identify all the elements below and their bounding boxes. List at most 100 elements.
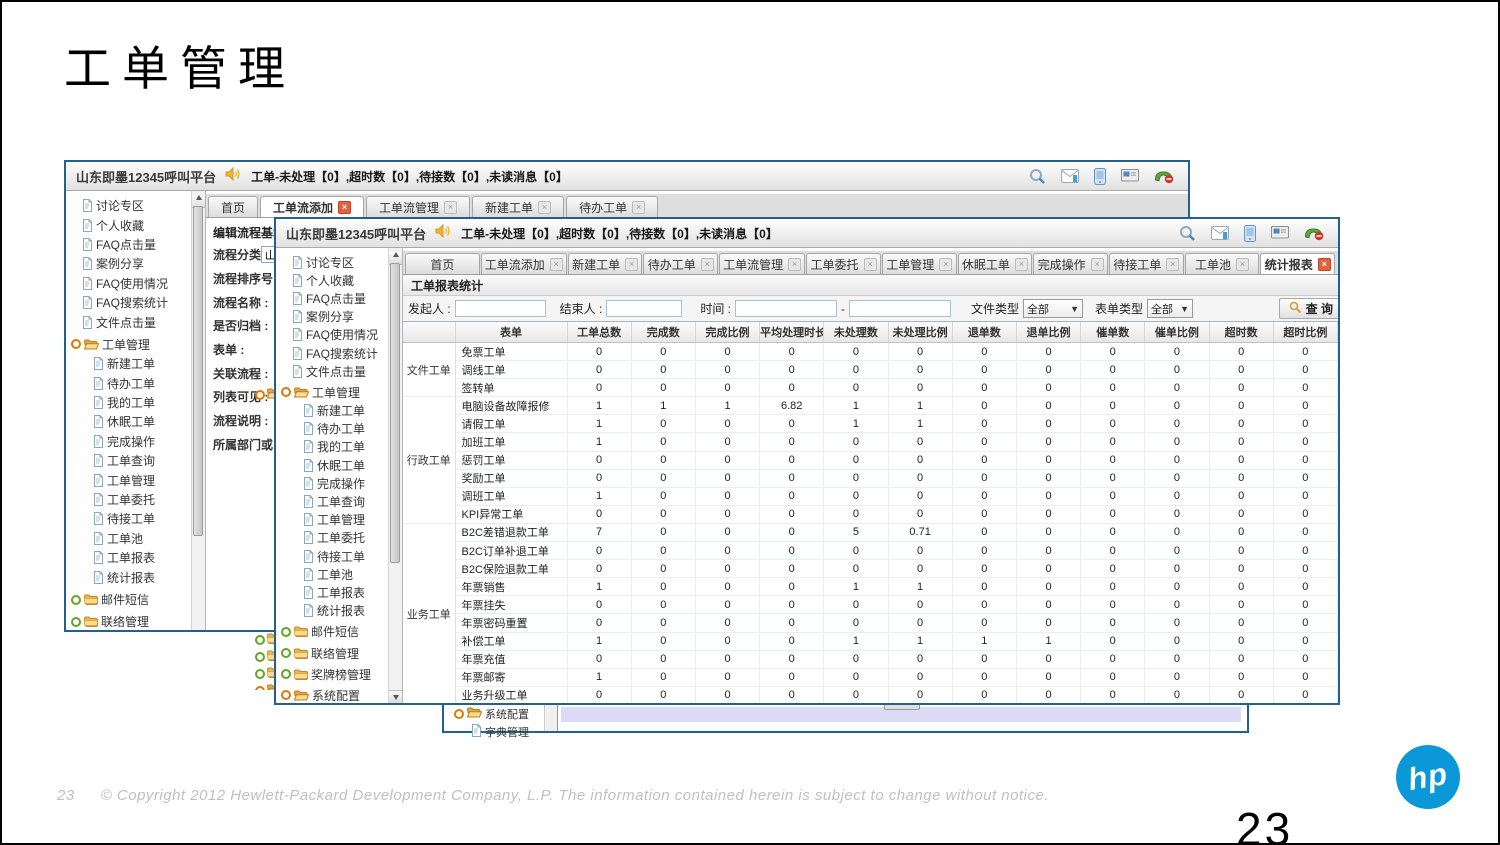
sidebar-item-FAQ点击量[interactable]: FAQ点击量 (66, 235, 191, 254)
tab-休眠工单[interactable]: 休眠工单× (958, 253, 1033, 274)
table-row[interactable]: 奖励工单000000000000 (403, 469, 1338, 487)
tab-工单流管理[interactable]: 工单流管理× (366, 196, 470, 217)
closer-input[interactable] (606, 300, 682, 317)
sidebar-item-联络管理[interactable]: 联络管理 (66, 612, 191, 630)
sidebar-item-个人收藏[interactable]: 个人收藏 (276, 271, 388, 289)
sidebar-item-讨论专区[interactable]: 讨论专区 (66, 196, 191, 215)
sidebar-item-奖牌榜管理[interactable]: 奖牌榜管理 (276, 665, 388, 683)
tab-close-icon[interactable]: × (338, 201, 351, 214)
tab-新建工单[interactable]: 新建工单× (472, 196, 564, 217)
mail-icon[interactable] (1211, 226, 1229, 240)
table-row[interactable]: 年票销售100011000000 (403, 578, 1338, 596)
sidebar-item-工单报表[interactable]: 工单报表 (276, 583, 388, 601)
sidebar-item-待办工单[interactable]: 待办工单 (66, 374, 191, 393)
table-row[interactable]: 惩罚工单000000000000 (403, 451, 1338, 469)
table-row[interactable]: B2C保险退款工单000000000000 (403, 560, 1338, 578)
sidebar-item-工单查询[interactable]: 工单查询 (66, 451, 191, 470)
tab-close-icon[interactable]: × (550, 258, 563, 271)
sidebar-item-文件点击量[interactable]: 文件点击量 (276, 362, 388, 380)
scroll-down-button[interactable] (389, 690, 402, 703)
time-end-input[interactable] (849, 300, 951, 317)
table-row[interactable]: 业务升级工单000000000000 (403, 686, 1338, 703)
tab-待接工单[interactable]: 待接工单× (1109, 253, 1184, 274)
tab-close-icon[interactable]: × (1236, 258, 1249, 271)
sidebar-item-待办工单[interactable]: 待办工单 (276, 420, 388, 438)
sidebar-item-我的工单[interactable]: 我的工单 (66, 393, 191, 412)
tab-统计报表[interactable]: 统计报表× (1260, 253, 1335, 274)
sidebar-item-文件点击量[interactable]: 文件点击量 (66, 312, 191, 331)
scrollbar-thumb[interactable] (193, 206, 203, 536)
query-button[interactable]: 查 询 (1279, 298, 1338, 319)
time-start-input[interactable] (735, 300, 837, 317)
sidebar-scrollbar[interactable] (388, 248, 402, 703)
tab-close-icon[interactable]: × (939, 258, 952, 271)
call-status-icon[interactable] (1154, 168, 1174, 184)
sidebar-item-完成操作[interactable]: 完成操作 (66, 432, 191, 451)
table-row[interactable]: B2C订单补退工单000000000000 (403, 542, 1338, 560)
table-row[interactable]: 加班工单100000000000 (403, 433, 1338, 451)
sidebar-item-FAQ使用情况[interactable]: FAQ使用情况 (66, 274, 191, 293)
tab-首页[interactable]: 首页 (405, 253, 480, 274)
initiator-input[interactable] (455, 300, 546, 317)
sidebar-item-案例分享[interactable]: 案例分享 (276, 308, 388, 326)
tab-工单委托[interactable]: 工单委托× (806, 253, 881, 274)
tab-close-icon[interactable]: × (1318, 258, 1331, 271)
sidebar-item-联络管理[interactable]: 联络管理 (276, 644, 388, 662)
table-row[interactable]: KPI异常工单000000000000 (403, 505, 1338, 523)
search-icon[interactable] (1179, 225, 1196, 242)
sidebar-item-新建工单[interactable]: 新建工单 (276, 402, 388, 420)
table-row[interactable]: 行政工单电脑设备故障报修1116.8211000000 (403, 397, 1338, 415)
tab-close-icon[interactable]: × (625, 258, 638, 271)
tab-工单管理[interactable]: 工单管理× (882, 253, 957, 274)
sidebar-item[interactable]: 字典管理 (471, 724, 529, 740)
sidebar-item-工单管理[interactable]: 工单管理 (66, 335, 191, 354)
table-row[interactable]: 文件工单免票工单000000000000 (403, 343, 1338, 361)
sidebar-item-统计报表[interactable]: 统计报表 (276, 602, 388, 620)
call-status-icon[interactable] (1304, 225, 1324, 241)
sidebar-scrollbar[interactable] (191, 191, 205, 630)
sidebar-item-FAQ使用情况[interactable]: FAQ使用情况 (276, 326, 388, 344)
tab-close-icon[interactable]: × (788, 258, 801, 271)
form-type-select[interactable]: 全部 ▼ (1147, 299, 1193, 318)
tab-close-icon[interactable]: × (444, 201, 457, 214)
tab-工单池[interactable]: 工单池× (1185, 253, 1260, 274)
sidebar-item-个人收藏[interactable]: 个人收藏 (66, 215, 191, 234)
table-row[interactable]: 补偿工单100011110000 (403, 632, 1338, 650)
tab-完成操作[interactable]: 完成操作× (1033, 253, 1108, 274)
table-row[interactable]: 年票邮寄100000000000 (403, 668, 1338, 686)
sidebar-item-工单委托[interactable]: 工单委托 (66, 490, 191, 509)
workstation-icon[interactable] (1271, 226, 1289, 240)
mobile-icon[interactable] (1094, 168, 1106, 185)
tab-首页[interactable]: 首页 (208, 196, 258, 217)
tab-close-icon[interactable]: × (632, 201, 645, 214)
sidebar-item-系统配置[interactable]: 系统配置 (276, 686, 388, 703)
table-row[interactable]: 调线工单000000000000 (403, 361, 1338, 379)
sidebar-item[interactable]: 系统配置 (454, 706, 529, 722)
sidebar-item-工单管理[interactable]: 工单管理 (276, 511, 388, 529)
file-type-select[interactable]: 全部 ▼ (1023, 299, 1083, 318)
table-row[interactable]: 年票挂失000000000000 (403, 596, 1338, 614)
table-row[interactable]: 业务工单B2C差错退款工单700050.71000000 (403, 523, 1338, 541)
workstation-icon[interactable] (1121, 169, 1139, 183)
sidebar-item-统计报表[interactable]: 统计报表 (66, 567, 191, 586)
tab-工单流管理[interactable]: 工单流管理× (719, 253, 805, 274)
sidebar-item-待接工单[interactable]: 待接工单 (276, 547, 388, 565)
sidebar-item-工单管理[interactable]: 工单管理 (276, 383, 388, 401)
tab-close-icon[interactable]: × (864, 258, 877, 271)
sidebar-item-休眠工单[interactable]: 休眠工单 (66, 412, 191, 431)
tab-新建工单[interactable]: 新建工单× (568, 253, 643, 274)
tab-close-icon[interactable]: × (538, 201, 551, 214)
sidebar-scrollbar[interactable] (544, 703, 558, 731)
sidebar-item-FAQ点击量[interactable]: FAQ点击量 (276, 289, 388, 307)
sidebar-item-工单池[interactable]: 工单池 (276, 565, 388, 583)
sidebar-item-FAQ搜索统计[interactable]: FAQ搜索统计 (276, 344, 388, 362)
tab-close-icon[interactable]: × (701, 258, 714, 271)
tab-close-icon[interactable]: × (1166, 258, 1179, 271)
mobile-icon[interactable] (1244, 225, 1256, 242)
sidebar-item-工单查询[interactable]: 工单查询 (276, 492, 388, 510)
sidebar-item-FAQ搜索统计[interactable]: FAQ搜索统计 (66, 293, 191, 312)
sidebar-item-待接工单[interactable]: 待接工单 (66, 509, 191, 528)
sidebar-item-工单委托[interactable]: 工单委托 (276, 529, 388, 547)
sidebar-item-工单报表[interactable]: 工单报表 (66, 548, 191, 567)
tab-close-icon[interactable]: × (1091, 258, 1104, 271)
